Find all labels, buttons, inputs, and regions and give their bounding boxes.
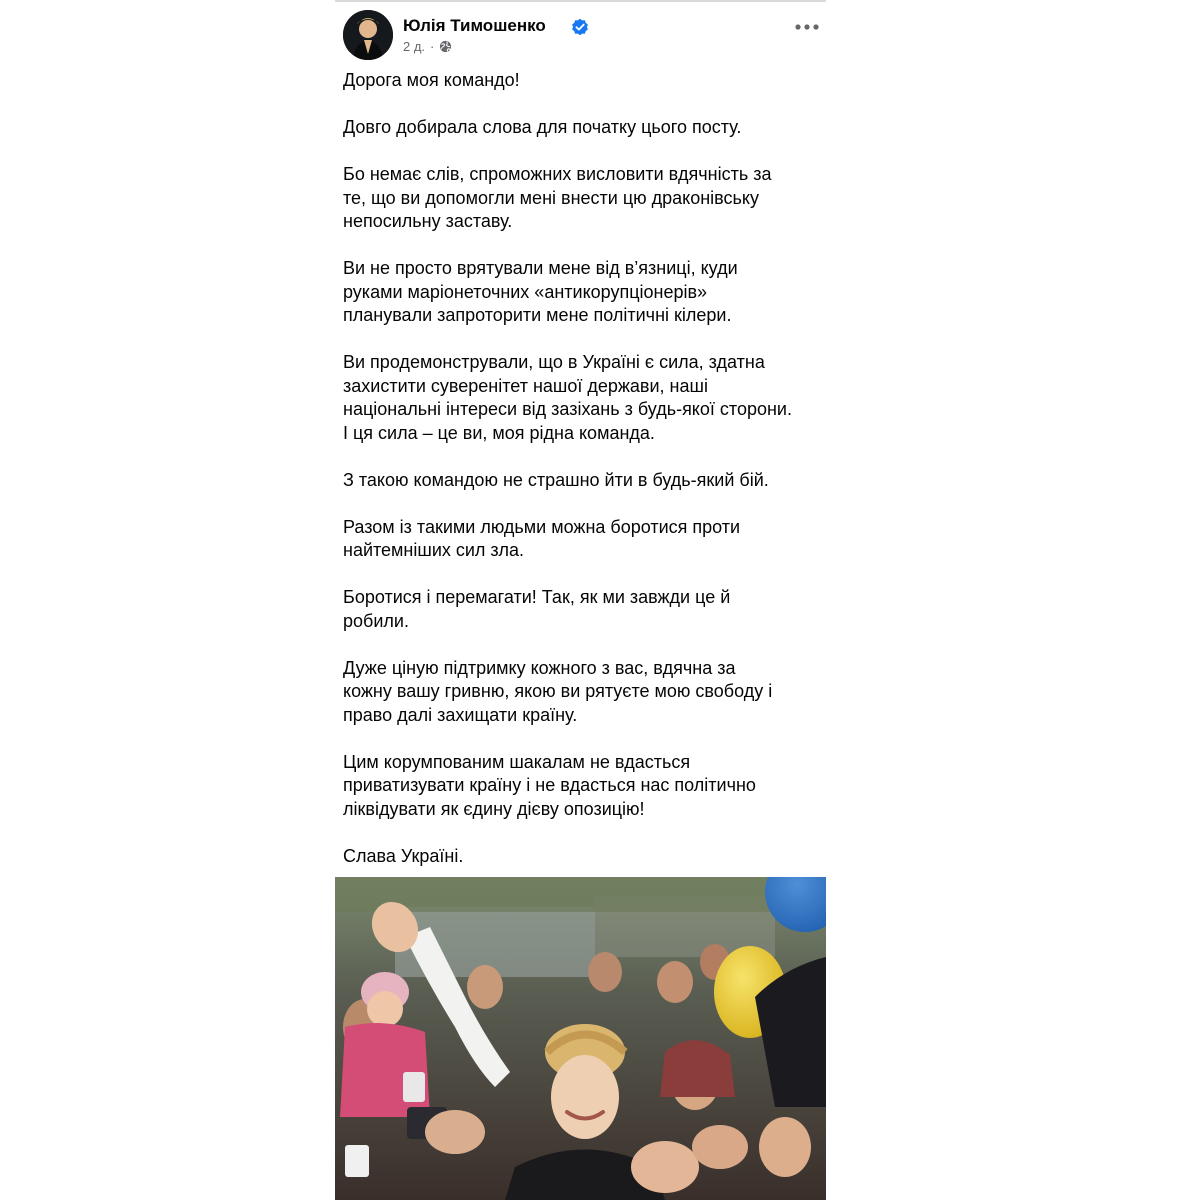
page: Юлія Тимошенко 2 д. · Дорога моя командо…: [0, 0, 1200, 1200]
avatar-image: [343, 10, 393, 60]
post-top-border: [335, 0, 826, 2]
post-paragraph: Дорога моя командо!: [343, 70, 520, 90]
post-paragraph: Бо немає слів, спроможних висловити вдяч…: [343, 164, 772, 231]
post-header: Юлія Тимошенко 2 д. ·: [343, 10, 826, 62]
post-paragraph: З такою командою не страшно йти в будь-я…: [343, 469, 769, 490]
post-text: Дорога моя командо! Довго добирала слова…: [343, 69, 819, 892]
post-photo[interactable]: [335, 877, 826, 1200]
post-paragraph: Слава Україні.: [343, 845, 464, 866]
meta-separator: ·: [430, 39, 435, 54]
more-horizontal-icon: [795, 24, 819, 30]
post-paragraph: Дуже ціную підтримку кожного з вас, вдяч…: [343, 657, 773, 725]
avatar[interactable]: [343, 10, 393, 60]
crowd-photo-image: [335, 877, 826, 1200]
post-paragraph: Разом із такими людьми можна боротися пр…: [343, 516, 741, 561]
facebook-post: Юлія Тимошенко 2 д. · Дорога моя командо…: [335, 0, 826, 1200]
post-paragraph: Ви продемонстрували, що в Україні є сила…: [343, 352, 792, 443]
post-meta: 2 д. ·: [403, 39, 452, 54]
post-paragraph: Ви не просто врятували мене від в’язниці…: [343, 258, 738, 325]
globe-icon: [440, 40, 452, 53]
more-options-button[interactable]: [792, 16, 822, 38]
post-paragraph: Боротися і перемагати! Так, як ми завжди…: [343, 587, 731, 631]
post-paragraph: Цим корумпованим шакалам не вдасться при…: [343, 751, 756, 819]
post-paragraph: Довго добирала слова для початку цього п…: [343, 117, 742, 137]
post-time[interactable]: 2 д.: [403, 39, 425, 54]
author-name[interactable]: Юлія Тимошенко: [403, 16, 546, 36]
verified-badge-icon: [572, 18, 588, 36]
